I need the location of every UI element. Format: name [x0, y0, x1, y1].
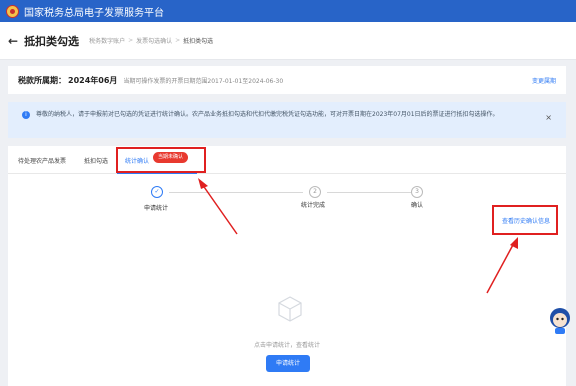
- breadcrumb-item-current: 抵扣类勾选: [183, 38, 214, 45]
- period-label: 税款所属期：: [18, 75, 66, 85]
- main-panel: 待处理农产品发票 抵扣勾选 统计确认 当期未确认 ✓ 2 3 申请统计 统计完成…: [8, 146, 566, 386]
- tab-bar: 待处理农产品发票 抵扣勾选 统计确认 当期未确认: [8, 146, 566, 174]
- notice-text: 尊敬的纳税人，请于申报前对已勾选的凭证进行统计确认。农产品业务抵扣勾选和代扣代缴…: [36, 111, 499, 118]
- page-header: ← 抵扣类勾选 税务数字账户 > 发票勾选确认 > 抵扣类勾选: [0, 22, 576, 60]
- step-connector: [169, 192, 303, 193]
- tax-period-bar: 税款所属期： 2024年06月 当期可操作发票的开票日期范围2017-01-01…: [8, 66, 566, 94]
- history-highlight-box: 查看历史确认信息: [492, 205, 558, 235]
- tab-deduction-select[interactable]: 抵扣勾选: [84, 156, 108, 165]
- step-3-circle: 3: [411, 186, 423, 198]
- tab-pending-agri[interactable]: 待处理农产品发票: [18, 156, 66, 165]
- app-title: 国家税务总局电子发票服务平台: [24, 7, 164, 19]
- tab-highlight-box: [116, 147, 206, 173]
- assistant-mascot-icon[interactable]: [548, 306, 572, 336]
- period-hint: 当期可操作发票的开票日期范围2017-01-01至2024-06-30: [123, 77, 284, 85]
- breadcrumb-separator: >: [128, 37, 134, 44]
- breadcrumb-item-account[interactable]: 税务数字账户: [89, 36, 125, 45]
- breadcrumb-item-confirm[interactable]: 发票勾选确认: [136, 36, 172, 45]
- history-confirm-link[interactable]: 查看历史确认信息: [502, 216, 550, 225]
- info-icon: i: [22, 111, 30, 119]
- step-3-label: 确认: [411, 202, 424, 209]
- step-2-circle: 2: [309, 186, 321, 198]
- step-1-label: 申请统计: [144, 205, 169, 212]
- tax-logo-icon: [6, 4, 19, 18]
- apply-statistics-button[interactable]: 申请统计: [266, 355, 310, 372]
- change-period-link[interactable]: 变更属期: [532, 76, 556, 85]
- step-connector: [327, 192, 413, 193]
- step-2-label: 统计完成: [301, 202, 326, 209]
- arrow-left-icon[interactable]: ←: [8, 34, 18, 48]
- page-title: 抵扣类勾选: [24, 34, 80, 48]
- empty-state-text: 点击申请统计，查看统计: [253, 342, 320, 349]
- close-icon[interactable]: ×: [545, 113, 552, 122]
- notice-banner: i 尊敬的纳税人，请于申报前对已勾选的凭证进行统计确认。农产品业务抵扣勾选和代扣…: [8, 102, 566, 138]
- top-bar: 国家税务总局电子发票服务平台: [0, 0, 576, 22]
- step-1-check-icon: ✓: [151, 186, 163, 198]
- period-value: 2024年06月: [68, 75, 118, 85]
- box-icon: [278, 296, 302, 322]
- breadcrumb-separator: >: [175, 37, 181, 44]
